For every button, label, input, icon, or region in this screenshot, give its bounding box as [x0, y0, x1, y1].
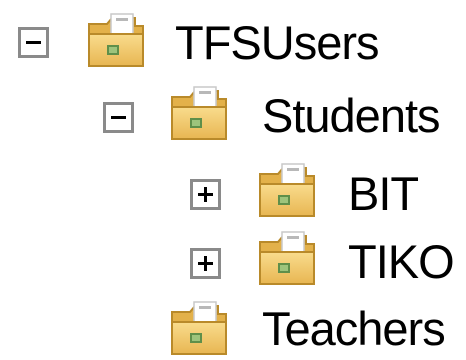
- folder-tree: TFSUsers Students BIT TIKO Teachers: [0, 0, 466, 360]
- folder-icon: [171, 301, 227, 355]
- folder-icon: [171, 86, 227, 140]
- collapse-toggle[interactable]: [18, 27, 49, 58]
- tree-node-label: Students: [262, 89, 441, 142]
- collapse-toggle[interactable]: [103, 102, 134, 133]
- folder-icon: [88, 13, 144, 67]
- tree-node-teachers[interactable]: Teachers: [0, 296, 466, 360]
- tree-node-bit[interactable]: BIT: [0, 160, 466, 224]
- tree-node-label: BIT: [348, 167, 419, 220]
- folder-icon: [259, 163, 315, 217]
- tree-node-students[interactable]: Students: [0, 85, 466, 149]
- plus-icon: [198, 187, 213, 202]
- folder-icon: [259, 231, 315, 285]
- tree-node-label: Teachers: [262, 302, 446, 355]
- expand-toggle[interactable]: [190, 248, 221, 279]
- minus-icon: [26, 41, 41, 44]
- tree-node-label: TIKO: [348, 235, 455, 288]
- plus-icon: [198, 256, 213, 271]
- tree-node-label: TFSUsers: [175, 16, 379, 69]
- expand-toggle[interactable]: [190, 179, 221, 210]
- tree-node-tfsusers[interactable]: TFSUsers: [0, 12, 466, 76]
- tree-node-tiko[interactable]: TIKO: [0, 226, 466, 290]
- minus-icon: [111, 116, 126, 119]
